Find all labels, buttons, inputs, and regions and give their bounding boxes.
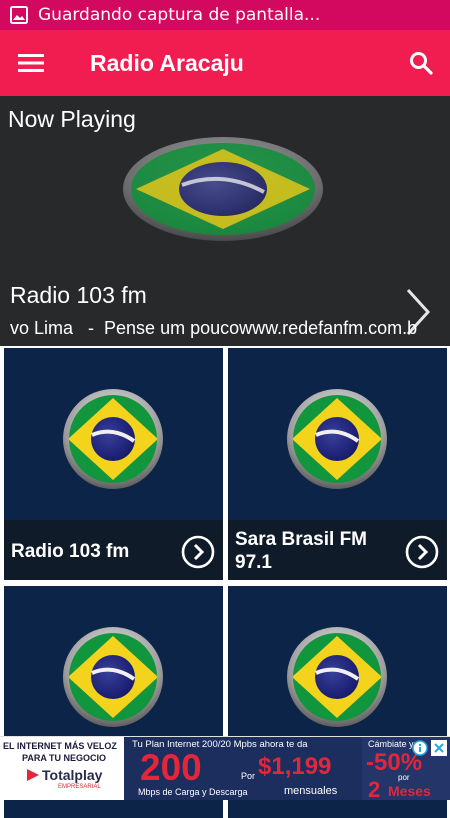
search-button[interactable] <box>392 30 450 96</box>
card-caption: Radio 103 fm <box>4 520 223 580</box>
play-circle-icon[interactable] <box>405 535 439 569</box>
brazil-flag-icon <box>63 627 163 727</box>
notification-text: Guardando captura de pantalla... <box>38 5 321 25</box>
ticker-text: vo Lima - Pense um poucowww.redefanfm.co… <box>10 318 418 338</box>
brazil-flag-icon <box>63 389 163 489</box>
menu-button[interactable] <box>0 30 62 96</box>
ad-discount-por: por <box>398 773 410 782</box>
ad-promo-top: Cámbiate ya <box>368 739 419 749</box>
station-name: Sara Brasil FM 97.1 <box>235 529 367 573</box>
ad-brand-panel: EL INTERNET MÁS VELOZ PARA TU NEGOCIO To… <box>0 737 124 800</box>
ad-months-label: Meses <box>388 783 431 799</box>
brazil-flag-icon <box>287 389 387 489</box>
ad-close-icon[interactable] <box>431 740 447 756</box>
ad-promo-panel: Cámbiate ya -50% por 2 Meses <box>362 737 450 800</box>
app-title: Radio Aracaju <box>90 49 244 76</box>
ad-price: $1,199 <box>258 753 332 780</box>
ad-por: Por <box>241 771 256 781</box>
now-playing-station: Radio 103 fm <box>10 282 147 308</box>
ad-banner[interactable]: EL INTERNET MÁS VELOZ PARA TU NEGOCIO To… <box>0 736 450 800</box>
ad-speed: 200 <box>140 747 202 788</box>
now-playing-label: Now Playing <box>8 106 136 132</box>
ad-brand: Totalplay <box>42 767 103 783</box>
ad-tagline-2: PARA TU NEGOCIO <box>22 753 107 763</box>
image-icon <box>10 6 28 24</box>
ad-brand-sub: EMPRESARIAL <box>58 784 101 790</box>
ad-months: 2 <box>368 777 381 800</box>
app-bar: Radio Aracaju <box>0 30 450 96</box>
station-card[interactable]: Sara Brasil FM 97.1 <box>228 348 447 580</box>
card-caption: Sara Brasil FM 97.1 <box>228 520 447 580</box>
ad-price-unit: mensuales <box>284 785 338 797</box>
brazil-flag-icon <box>287 627 387 727</box>
now-playing-ticker: vo Lima - Pense um poucowww.redefanfm.co… <box>0 316 450 346</box>
status-bar: Guardando captura de pantalla... <box>0 0 450 30</box>
search-icon <box>410 52 433 75</box>
totalplay-logo-icon <box>27 769 39 781</box>
station-grid: Radio 103 fm Sara Brasil FM 97.1 <box>0 346 450 818</box>
ad-choices-icon[interactable] <box>412 740 428 756</box>
now-playing-flag-art <box>123 137 323 241</box>
play-circle-icon[interactable] <box>181 535 215 569</box>
ad-tagline-1: EL INTERNET MÁS VELOZ <box>3 741 117 751</box>
now-playing-panel: Now Playing Radio 103 fm vo Lima - Pense… <box>0 96 450 346</box>
ad-speed-unit: Mbps de Carga y Descarga <box>138 787 248 797</box>
ad-offer-panel: Tu Plan Internet 200/20 Mpbs ahora te da… <box>124 737 362 800</box>
hamburger-menu-icon <box>18 54 44 72</box>
station-name: Radio 103 fm <box>11 541 130 562</box>
station-card[interactable]: Radio 103 fm <box>4 348 223 580</box>
